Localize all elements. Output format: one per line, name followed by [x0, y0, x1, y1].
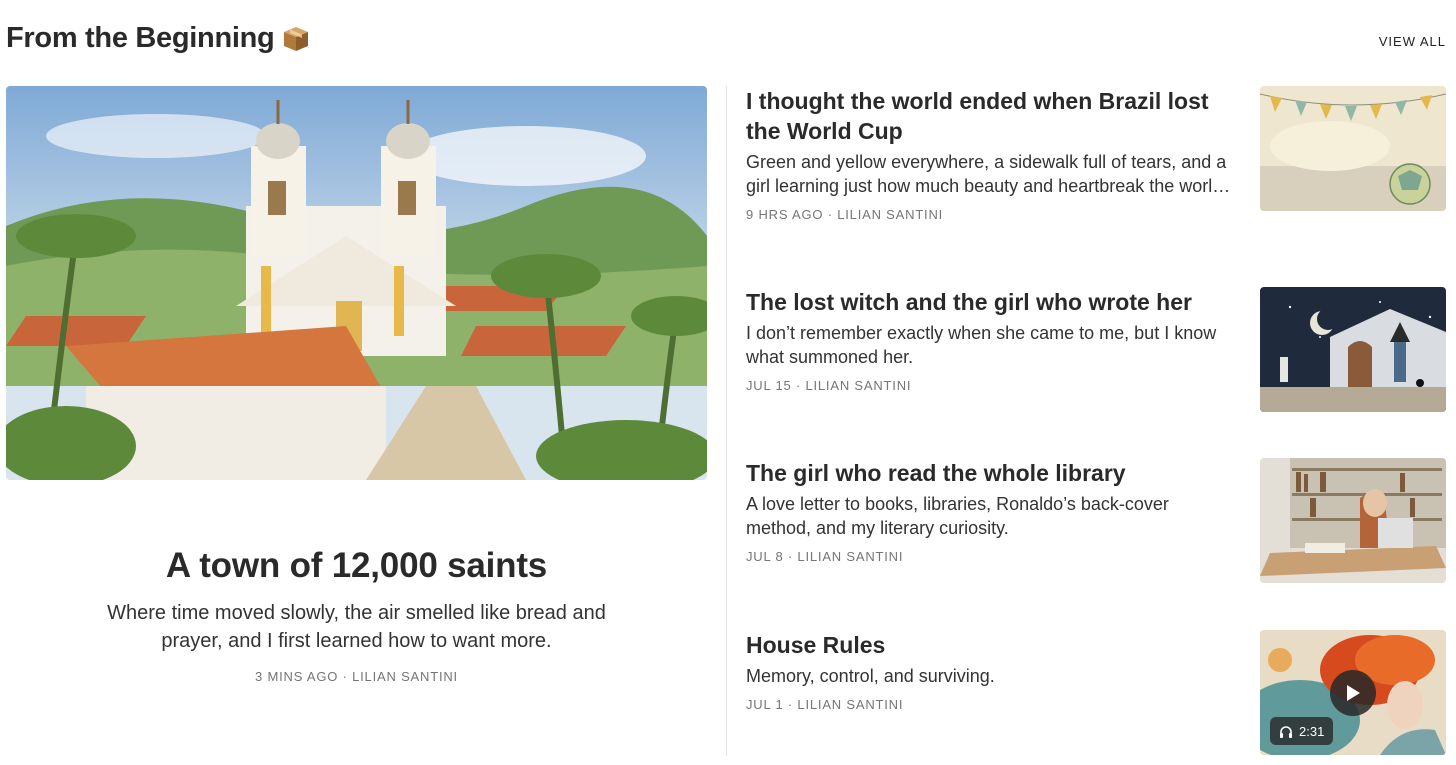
post-subtitle: I don’t remember exactly when she came t… — [746, 323, 1217, 367]
column-divider — [726, 86, 727, 756]
post-thumbnail-house-rules[interactable]: 2:31 — [1260, 630, 1446, 755]
post-meta: JUL 1 · LILIAN SANTINI — [746, 697, 904, 712]
post-meta: JUL 8 · LILIAN SANTINI — [746, 549, 904, 564]
headphones-icon — [1280, 725, 1292, 738]
post-item[interactable]: The girl who read the whole library A lo… — [746, 458, 1446, 583]
post-title[interactable]: I thought the world ended when Brazil lo… — [746, 86, 1236, 146]
post-title[interactable]: The girl who read the whole library — [746, 458, 1236, 488]
view-all-link[interactable]: VIEW ALL — [1379, 34, 1446, 49]
post-item[interactable]: The lost witch and the girl who wrote he… — [746, 287, 1446, 412]
section-title[interactable]: From the Beginning — [6, 22, 310, 55]
featured-post[interactable]: A town of 12,000 saints Where time moved… — [6, 86, 707, 756]
post-meta: JUL 15 · LILIAN SANTINI — [746, 378, 912, 393]
post-subtitle: Green and yellow everywhere, a sidewalk … — [746, 152, 1227, 196]
section-title-text[interactable]: From the Beginning — [6, 22, 275, 55]
post-title[interactable]: The lost witch and the girl who wrote he… — [746, 287, 1236, 317]
featured-meta: 3 MINS AGO · LILIAN SANTINI — [255, 669, 458, 684]
post-meta: 9 HRS AGO · LILIAN SANTINI — [746, 207, 944, 222]
featured-subtitle: Where time moved slowly, the air smelled… — [107, 602, 606, 652]
post-subtitle: Memory, control, and surviving. — [746, 666, 995, 686]
featured-title[interactable]: A town of 12,000 saints — [6, 546, 707, 586]
post-item[interactable]: I thought the world ended when Brazil lo… — [746, 86, 1446, 222]
post-thumbnail-library[interactable] — [1260, 458, 1446, 583]
post-title[interactable]: House Rules — [746, 630, 1236, 660]
featured-image-church-town[interactable] — [6, 86, 707, 480]
play-button[interactable] — [1330, 670, 1376, 716]
audio-duration-badge: 2:31 — [1270, 717, 1334, 745]
play-icon — [1347, 685, 1360, 701]
section-header: From the Beginning VIEW ALL — [6, 22, 1446, 62]
audio-duration: 2:31 — [1299, 723, 1325, 739]
post-thumbnail-world-cup[interactable] — [1260, 86, 1446, 211]
post-thumbnail-witch[interactable] — [1260, 287, 1446, 412]
post-subtitle: A love letter to books, libraries, Ronal… — [746, 494, 1169, 538]
post-item[interactable]: House Rules Memory, control, and survivi… — [746, 630, 1446, 755]
package-box-icon — [282, 25, 310, 53]
